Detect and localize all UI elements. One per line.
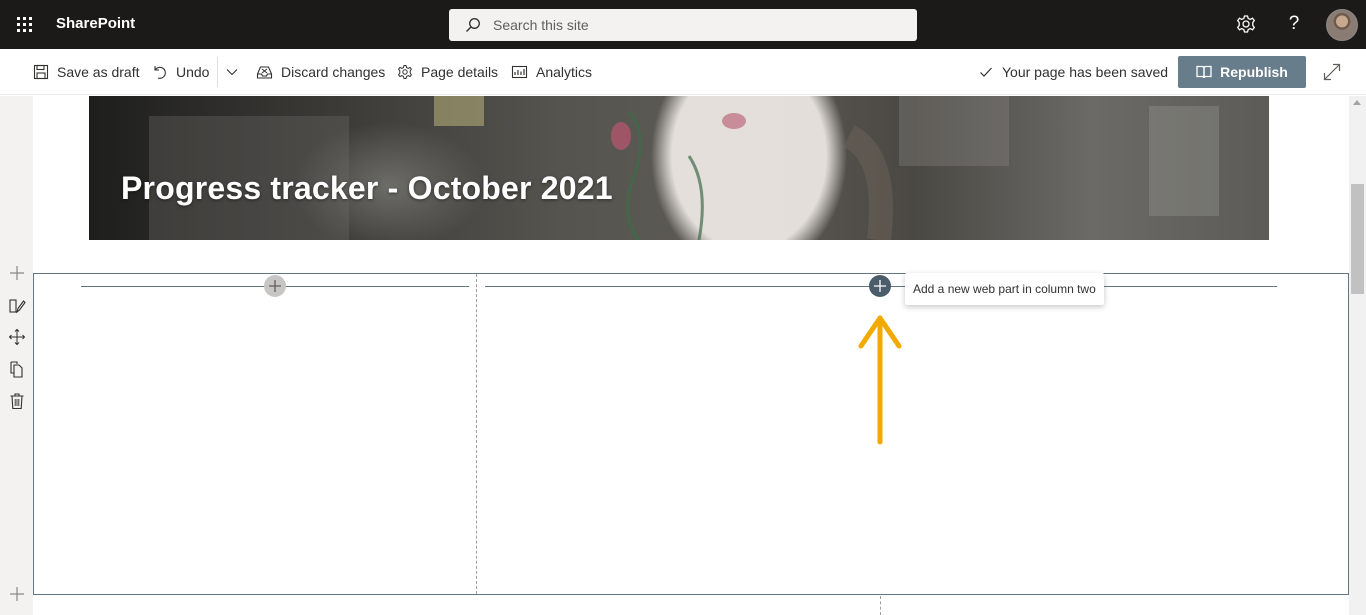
save-as-draft-label: Save as draft	[57, 64, 140, 80]
scroll-up-arrow[interactable]	[1353, 100, 1361, 105]
add-web-part-column-one-button[interactable]	[264, 275, 286, 297]
analytics-button[interactable]: Analytics	[511, 49, 592, 95]
title-banner[interactable]: Progress tracker - October 2021	[89, 96, 1269, 240]
page-section[interactable]	[33, 273, 1349, 595]
book-icon	[1196, 65, 1212, 79]
vertical-scrollbar[interactable]	[1349, 96, 1366, 615]
divider	[217, 57, 218, 87]
undo-label: Undo	[176, 64, 210, 80]
save-status-text: Your page has been saved	[1002, 64, 1169, 80]
column-divider	[476, 274, 477, 594]
analytics-label: Analytics	[536, 64, 593, 80]
delete-section-icon[interactable]	[7, 391, 27, 411]
app-launcher-icon[interactable]	[8, 8, 40, 40]
discard-changes-button[interactable]: Discard changes	[256, 49, 385, 95]
save-status: Your page has been saved	[979, 49, 1168, 95]
plus-icon	[874, 280, 886, 292]
undo-icon	[154, 66, 166, 79]
command-bar: Save as draft Undo Discard changes Page …	[0, 49, 1366, 95]
section-toolbar	[0, 96, 33, 615]
add-section-icon[interactable]	[7, 263, 27, 283]
settings-gear-icon[interactable]	[1233, 10, 1261, 38]
search-input[interactable]	[493, 9, 903, 41]
user-avatar[interactable]	[1326, 9, 1358, 41]
edit-section-icon[interactable]	[7, 296, 27, 316]
add-web-part-tooltip: Add a new web part in column two	[905, 273, 1104, 305]
app-name[interactable]: SharePoint	[56, 15, 135, 32]
suite-bar: SharePoint ?	[0, 0, 1366, 49]
move-section-icon[interactable]	[7, 327, 27, 347]
save-as-draft-button[interactable]: Save as draft	[33, 49, 140, 95]
annotation-arrow	[858, 315, 902, 445]
page-title[interactable]: Progress tracker - October 2021	[121, 170, 613, 207]
save-icon	[33, 64, 49, 80]
republish-label: Republish	[1220, 64, 1288, 80]
republish-button[interactable]: Republish	[1178, 56, 1306, 88]
banner-photo	[149, 96, 1219, 240]
discard-changes-label: Discard changes	[281, 64, 386, 80]
plus-icon	[269, 280, 281, 292]
column-divider	[880, 596, 881, 615]
undo-dropdown-button[interactable]	[225, 49, 247, 95]
discard-icon	[256, 66, 273, 79]
search-icon	[466, 18, 480, 32]
help-icon[interactable]: ?	[1280, 10, 1308, 38]
page-details-button[interactable]: Page details	[397, 49, 498, 95]
add-web-part-column-two-button[interactable]	[869, 275, 891, 297]
page-details-label: Page details	[421, 64, 499, 80]
duplicate-section-icon[interactable]	[7, 359, 27, 379]
scrollbar-thumb[interactable]	[1351, 184, 1364, 294]
chevron-down-icon	[226, 69, 238, 76]
add-section-icon[interactable]	[7, 584, 27, 604]
undo-button[interactable]: Undo	[152, 49, 209, 95]
checkmark-icon	[980, 67, 992, 77]
gear-icon	[397, 65, 413, 79]
expand-icon[interactable]	[1322, 62, 1342, 82]
analytics-icon	[511, 65, 528, 79]
search-box[interactable]	[449, 9, 917, 41]
